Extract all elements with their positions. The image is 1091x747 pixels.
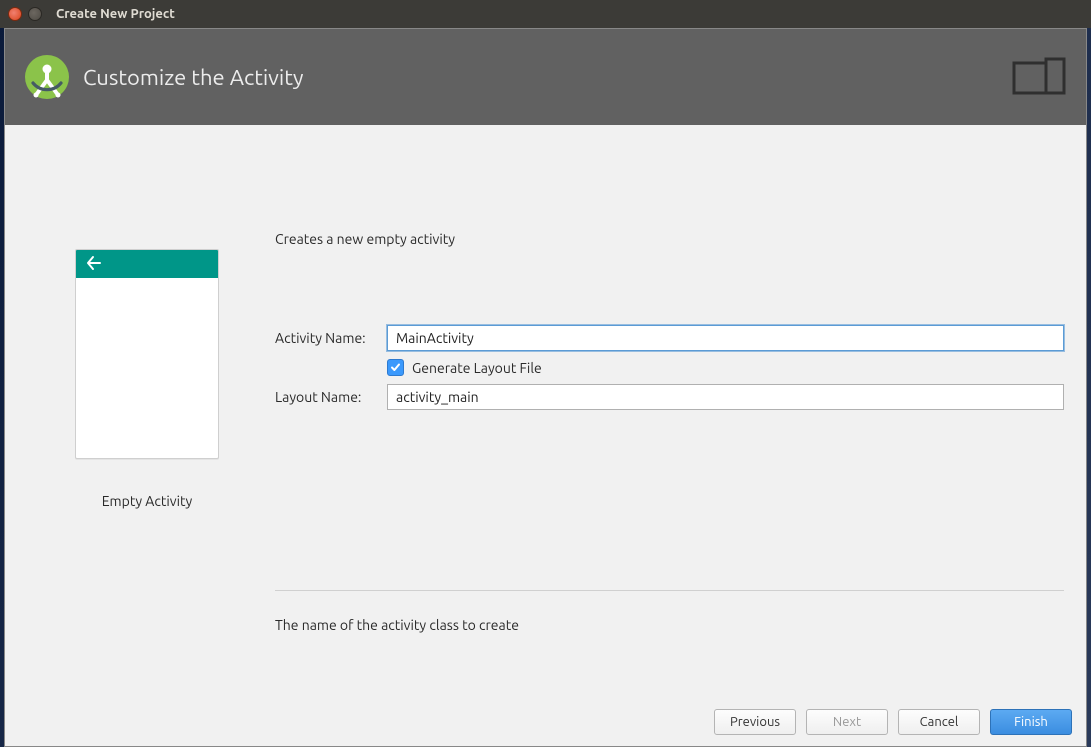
device-preview-icon (1012, 57, 1068, 100)
dialog-content: Empty Activity Creates a new empty activ… (5, 125, 1086, 698)
dialog-footer: Previous Next Cancel Finish (5, 698, 1086, 746)
layout-name-label: Layout Name: (275, 389, 387, 405)
hint-text: The name of the activity class to create (275, 617, 1064, 633)
finish-button[interactable]: Finish (990, 709, 1072, 735)
generate-layout-row: Generate Layout File (387, 359, 1064, 376)
previous-button[interactable]: Previous (714, 709, 796, 735)
generate-layout-label: Generate Layout File (412, 360, 542, 376)
form-description: Creates a new empty activity (275, 231, 1064, 247)
preview-appbar (76, 250, 218, 278)
minimize-window-icon[interactable] (28, 7, 42, 21)
cancel-button[interactable]: Cancel (898, 709, 980, 735)
dialog-header: Customize the Activity (5, 29, 1086, 125)
hint-separator (275, 590, 1064, 591)
activity-preview (75, 249, 219, 459)
next-button: Next (806, 709, 888, 735)
layout-name-row: Layout Name: (275, 384, 1064, 410)
activity-name-row: Activity Name: (275, 325, 1064, 351)
form-column: Creates a new empty activity Activity Na… (271, 161, 1068, 698)
back-arrow-icon (86, 255, 102, 274)
form-body: Activity Name: Generate Layout File Layo… (275, 325, 1064, 418)
android-studio-logo-icon (23, 53, 71, 101)
layout-name-input[interactable] (387, 384, 1064, 410)
close-window-icon[interactable] (8, 7, 22, 21)
dialog-title: Customize the Activity (83, 65, 304, 90)
preview-column: Empty Activity (23, 161, 271, 698)
dialog-window: Customize the Activity Empty Activity (4, 28, 1087, 747)
activity-name-input[interactable] (387, 325, 1064, 351)
titlebar[interactable]: Create New Project (0, 0, 1091, 28)
activity-name-label: Activity Name: (275, 330, 387, 346)
window-controls (8, 7, 42, 21)
generate-layout-checkbox[interactable] (387, 359, 404, 376)
window-title: Create New Project (56, 7, 175, 21)
preview-caption: Empty Activity (102, 493, 193, 509)
